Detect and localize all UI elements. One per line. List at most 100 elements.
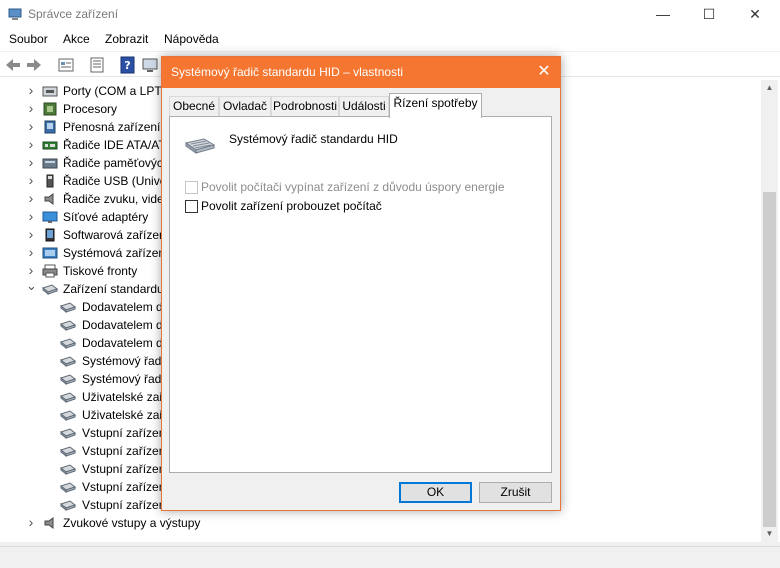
tree-item-label: Systémový řadi bbox=[82, 372, 165, 386]
tree-item-label: Dodavatelem d bbox=[82, 300, 163, 314]
dialog-title: Systémový řadič standardu HID – vlastnos… bbox=[171, 65, 404, 79]
dialog-close-button[interactable]: ✕ bbox=[530, 59, 558, 85]
window-titlebar: Správce zařízení — ☐ ✕ bbox=[0, 0, 780, 28]
chevron-right-icon[interactable]: › bbox=[26, 82, 36, 100]
tab-ovladac[interactable]: Ovladač bbox=[219, 96, 271, 117]
tree-item-label: Vstupní zařízen bbox=[82, 444, 166, 458]
window-title: Správce zařízení bbox=[28, 7, 119, 21]
hid-icon bbox=[60, 500, 76, 512]
printer-icon bbox=[42, 264, 58, 278]
hid-icon bbox=[60, 320, 76, 332]
hid-icon bbox=[60, 410, 76, 422]
ide-controller-icon bbox=[42, 141, 58, 150]
chevron-right-icon[interactable]: › bbox=[26, 118, 36, 136]
chevron-right-icon[interactable]: › bbox=[26, 514, 36, 532]
chevron-right-icon[interactable]: › bbox=[26, 136, 36, 154]
forward-arrow-icon[interactable] bbox=[25, 56, 43, 74]
menu-akce[interactable]: Akce bbox=[63, 32, 90, 46]
tab-rizeni-spotreby[interactable]: Řízení spotřeby bbox=[389, 93, 482, 118]
minimize-button[interactable]: — bbox=[640, 0, 686, 28]
chevron-right-icon[interactable]: › bbox=[26, 154, 36, 172]
dialog-titlebar: Systémový řadič standardu HID – vlastnos… bbox=[162, 57, 560, 88]
tree-item-label: Uživatelské zař bbox=[82, 408, 164, 422]
hid-icon bbox=[60, 392, 76, 404]
tree-item-label: Vstupní zařízen bbox=[82, 462, 166, 476]
usb-controller-icon bbox=[46, 174, 54, 188]
network-adapter-icon bbox=[42, 211, 58, 223]
close-button[interactable]: ✕ bbox=[732, 0, 778, 28]
tree-item-label: Zařízení standardu bbox=[63, 282, 164, 296]
allow-wake-checkbox[interactable] bbox=[185, 200, 198, 213]
chevron-right-icon[interactable]: › bbox=[26, 172, 36, 190]
software-device-icon bbox=[45, 228, 55, 242]
storage-controller-icon bbox=[42, 158, 58, 169]
tree-item-label: Uživatelské zař bbox=[82, 390, 164, 404]
tree-category-item[interactable]: › Zvukové vstupy a výstupy bbox=[0, 514, 760, 532]
hid-icon bbox=[60, 374, 76, 386]
tree-item-label: Řadiče USB (Univer bbox=[63, 174, 171, 188]
chevron-right-icon[interactable]: › bbox=[26, 100, 36, 118]
tab-udalosti[interactable]: Události bbox=[339, 96, 389, 117]
svg-text:?: ? bbox=[124, 59, 130, 72]
scrollbar-thumb[interactable] bbox=[763, 192, 776, 527]
tree-item-label: Přenosná zařízení bbox=[63, 120, 161, 134]
properties-view-icon[interactable] bbox=[57, 56, 75, 74]
tree-item-label: Systémový řadi bbox=[82, 354, 165, 368]
tree-item-label: Systémová zařízen bbox=[63, 246, 166, 260]
tree-item-label: Porty (COM a LPT) bbox=[63, 84, 166, 98]
power-management-panel: Systémový řadič standardu HID Povolit po… bbox=[169, 116, 552, 473]
menu-bar: Soubor Akce Zobrazit Nápověda bbox=[0, 29, 780, 50]
hid-icon bbox=[42, 284, 58, 296]
scroll-up-icon[interactable]: ▲ bbox=[761, 80, 778, 96]
tree-item-label: Dodavatelem d bbox=[82, 318, 163, 332]
processor-icon bbox=[43, 102, 57, 116]
tree-item-label: Softwarová zařízen bbox=[63, 228, 166, 242]
speaker-icon bbox=[44, 517, 54, 529]
help-icon[interactable]: ? bbox=[119, 56, 137, 74]
system-device-icon bbox=[42, 247, 58, 259]
chevron-right-icon[interactable]: › bbox=[26, 190, 36, 208]
monitor-icon[interactable] bbox=[141, 56, 159, 74]
back-arrow-icon[interactable] bbox=[4, 56, 22, 74]
hid-device-icon bbox=[184, 138, 216, 154]
chevron-right-icon[interactable]: › bbox=[26, 226, 36, 244]
vertical-scrollbar[interactable]: ▲ ▼ bbox=[761, 80, 778, 542]
properties-dialog: Systémový řadič standardu HID – vlastnos… bbox=[161, 56, 561, 511]
ok-button[interactable]: OK bbox=[399, 482, 472, 503]
cancel-button[interactable]: Zrušit bbox=[479, 482, 552, 503]
scroll-down-icon[interactable]: ▼ bbox=[761, 526, 778, 542]
maximize-button[interactable]: ☐ bbox=[686, 0, 732, 28]
chevron-right-icon[interactable]: › bbox=[26, 244, 36, 262]
tree-item-label: Řadiče zvuku, vide bbox=[63, 192, 164, 206]
hid-icon bbox=[60, 428, 76, 440]
device-manager-icon bbox=[8, 8, 22, 20]
device-name: Systémový řadič standardu HID bbox=[229, 132, 398, 146]
hid-icon bbox=[60, 302, 76, 314]
list-view-icon[interactable] bbox=[88, 56, 106, 74]
tree-item-label: Zvukové vstupy a výstupy bbox=[63, 516, 201, 530]
menu-zobrazit[interactable]: Zobrazit bbox=[105, 32, 148, 46]
tree-item-label: Vstupní zařízen bbox=[82, 426, 166, 440]
tree-item-label: Řadiče paměťových bbox=[63, 156, 170, 170]
hid-icon bbox=[60, 464, 76, 476]
menu-soubor[interactable]: Soubor bbox=[9, 32, 48, 46]
port-icon bbox=[42, 86, 58, 97]
hid-icon bbox=[60, 338, 76, 350]
portable-device-icon bbox=[44, 120, 56, 134]
chevron-right-icon[interactable]: › bbox=[26, 208, 36, 226]
tree-item-label: Dodavatelem d bbox=[82, 336, 163, 350]
tab-obecne[interactable]: Obecné bbox=[169, 96, 219, 117]
hid-icon bbox=[60, 446, 76, 458]
menu-napoveda[interactable]: Nápověda bbox=[164, 32, 219, 46]
hid-icon bbox=[60, 482, 76, 494]
tree-item-label: Vstupní zařízen bbox=[82, 498, 166, 512]
tree-item-label: Síťové adaptéry bbox=[63, 210, 149, 224]
tree-item-label: Procesory bbox=[63, 102, 118, 116]
allow-wake-label[interactable]: Povolit zařízení probouzet počítač bbox=[201, 199, 382, 213]
allow-power-off-checkbox[interactable] bbox=[185, 181, 198, 194]
sound-controller-icon bbox=[44, 193, 54, 205]
tab-podrobnosti[interactable]: Podrobnosti bbox=[271, 96, 339, 117]
tree-item-label: Vstupní zařízen bbox=[82, 480, 166, 494]
chevron-down-icon[interactable]: ⌄ bbox=[26, 279, 37, 298]
allow-power-off-label: Povolit počítači vypínat zařízení z důvo… bbox=[201, 180, 505, 194]
